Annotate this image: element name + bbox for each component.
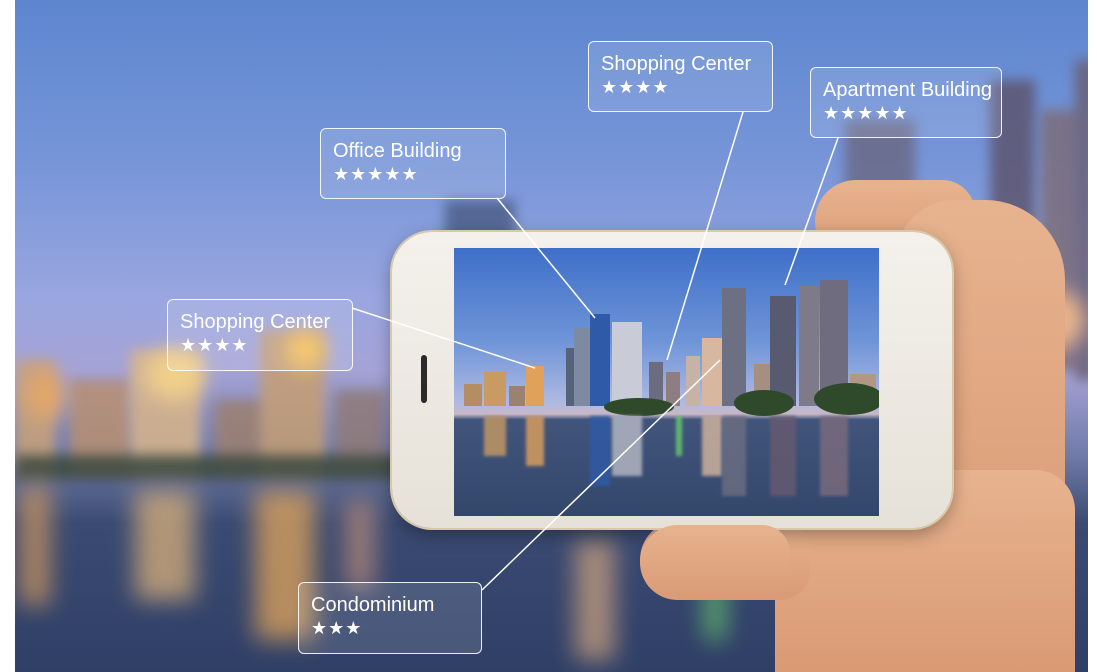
- label-name: Office Building: [333, 140, 462, 162]
- star-rating: ★★★★★: [333, 164, 419, 184]
- star-rating: ★★★★: [601, 77, 670, 97]
- ar-label-shopping-center-top[interactable]: Shopping Center ★★★★: [588, 41, 773, 112]
- thumb: [640, 525, 790, 600]
- label-name: Condominium: [311, 594, 435, 616]
- ar-label-condominium[interactable]: Condominium ★★★: [298, 582, 482, 654]
- star-rating: ★★★★: [180, 335, 249, 355]
- ar-label-shopping-center-left[interactable]: Shopping Center ★★★★: [167, 299, 353, 371]
- phone-speaker: [421, 355, 427, 403]
- star-rating: ★★★★★: [823, 103, 909, 123]
- phone-screen: [454, 248, 879, 516]
- label-name: Shopping Center: [180, 311, 331, 333]
- ar-label-apartment-building[interactable]: Apartment Building ★★★★★: [810, 67, 1002, 138]
- star-rating: ★★★: [311, 618, 363, 638]
- ar-label-office-building[interactable]: Office Building ★★★★★: [320, 128, 506, 199]
- smartphone: [392, 232, 952, 528]
- ar-city-scene: Office Building ★★★★★ Shopping Center ★★…: [15, 0, 1088, 672]
- label-name: Apartment Building: [823, 79, 992, 101]
- label-name: Shopping Center: [601, 53, 752, 75]
